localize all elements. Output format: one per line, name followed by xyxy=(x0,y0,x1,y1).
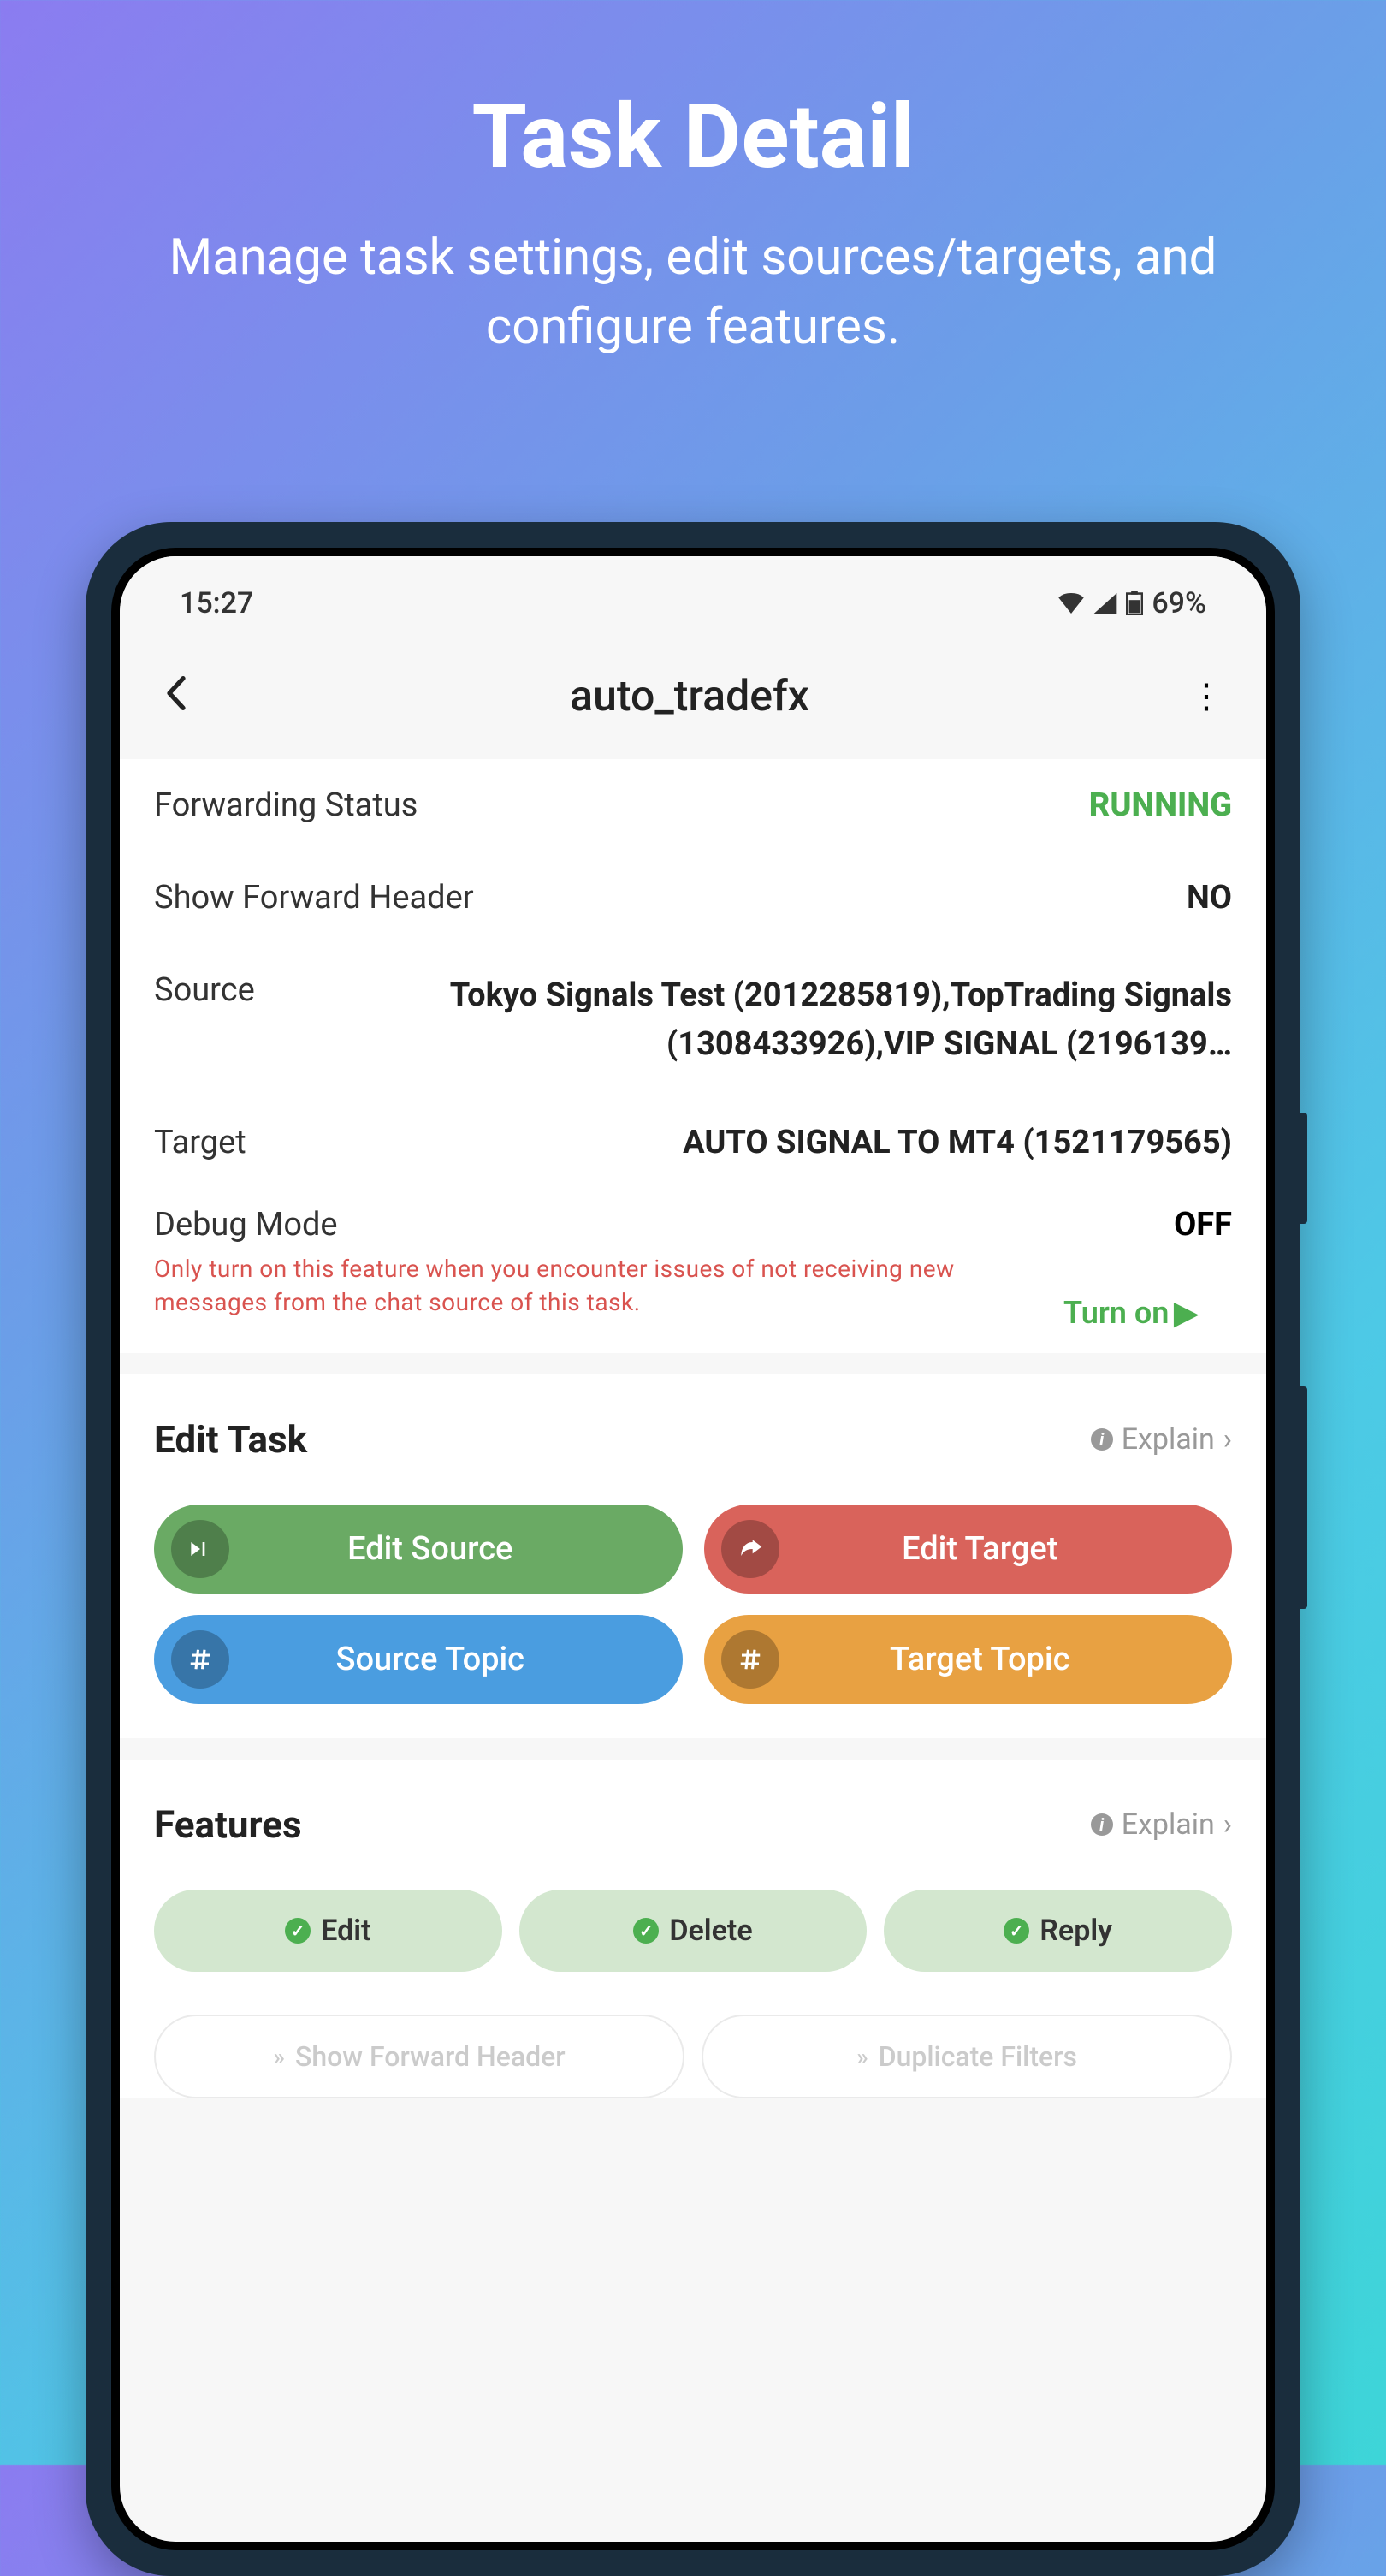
check-icon: ✓ xyxy=(633,1918,659,1944)
promo-title: Task Detail xyxy=(68,86,1318,189)
play-icon: ▶ xyxy=(1174,1295,1198,1331)
target-row[interactable]: Target AUTO SIGNAL TO MT4 (1521179565) xyxy=(120,1096,1266,1189)
source-row[interactable]: Source Tokyo Signals Test (2012285819),T… xyxy=(120,944,1266,1096)
divider xyxy=(120,1353,1266,1374)
explain-link[interactable]: i Explain › xyxy=(1091,1422,1232,1457)
edit-source-icon xyxy=(171,1520,229,1578)
edit-target-button[interactable]: Edit Target xyxy=(704,1505,1233,1594)
source-topic-label: Source Topic xyxy=(229,1641,666,1678)
hash-icon xyxy=(721,1630,779,1689)
source-label: Source xyxy=(154,971,255,1009)
feature-delete-label: Delete xyxy=(669,1914,752,1948)
edit-target-label: Edit Target xyxy=(779,1530,1216,1568)
target-topic-label: Target Topic xyxy=(779,1641,1216,1678)
explain-link[interactable]: i Explain › xyxy=(1091,1807,1232,1842)
edit-source-button[interactable]: Edit Source xyxy=(154,1505,683,1594)
status-time: 15:27 xyxy=(180,586,253,620)
content: Forwarding Status RUNNING Show Forward H… xyxy=(120,759,1266,2098)
duplicate-filters-chip[interactable]: » Duplicate Filters xyxy=(702,2015,1232,2098)
explain-label: Explain xyxy=(1122,1807,1215,1842)
source-value: Tokyo Signals Test (2012285819),TopTradi… xyxy=(281,971,1232,1069)
battery-percent: 69% xyxy=(1152,586,1206,620)
check-icon: ✓ xyxy=(1004,1918,1029,1944)
wifi-icon xyxy=(1057,593,1085,614)
edit-task-buttons: Edit Source Edit Target Source Topic xyxy=(120,1487,1266,1721)
features-title: Features xyxy=(154,1802,302,1847)
app-header: auto_tradefx ⋮ xyxy=(120,638,1266,759)
edit-target-icon xyxy=(721,1520,779,1578)
feature-chips: ✓ Edit ✓ Delete ✓ Reply xyxy=(120,1873,1266,1989)
page-title: auto_tradefx xyxy=(570,672,809,721)
forwarding-status-label: Forwarding Status xyxy=(154,786,418,824)
back-button[interactable] xyxy=(154,663,198,729)
phone-side-button xyxy=(1300,1386,1307,1609)
forwarding-status-row[interactable]: Forwarding Status RUNNING xyxy=(120,759,1266,852)
double-chevron-icon: » xyxy=(273,2043,285,2071)
feature-edit-chip[interactable]: ✓ Edit xyxy=(154,1890,502,1972)
edit-task-title: Edit Task xyxy=(154,1417,307,1462)
info-icon: i xyxy=(1091,1813,1113,1836)
hash-icon xyxy=(171,1630,229,1689)
edit-source-label: Edit Source xyxy=(229,1530,666,1568)
forwarding-status-value: RUNNING xyxy=(1089,786,1232,824)
bottom-chips: » Show Forward Header » Duplicate Filter… xyxy=(120,1989,1266,2098)
turn-on-label: Turn on xyxy=(1063,1295,1169,1331)
target-label: Target xyxy=(154,1124,246,1161)
edit-task-header: Edit Task i Explain › xyxy=(120,1374,1266,1487)
double-chevron-icon: » xyxy=(856,2043,868,2071)
feature-delete-chip[interactable]: ✓ Delete xyxy=(519,1890,868,1972)
turn-on-button[interactable]: Turn on ▶ xyxy=(1063,1295,1198,1331)
chevron-right-icon: › xyxy=(1223,1807,1232,1842)
more-menu-button[interactable]: ⋮ xyxy=(1181,676,1232,717)
info-icon: i xyxy=(1091,1428,1113,1451)
show-forward-header-value: NO xyxy=(1187,879,1232,917)
explain-label: Explain xyxy=(1122,1422,1215,1457)
battery-icon xyxy=(1126,591,1143,615)
divider xyxy=(120,1738,1266,1760)
chevron-right-icon: › xyxy=(1223,1422,1232,1457)
check-icon: ✓ xyxy=(285,1918,311,1944)
source-topic-button[interactable]: Source Topic xyxy=(154,1615,683,1704)
show-forward-header-chip-label: Show Forward Header xyxy=(295,2040,566,2073)
feature-reply-label: Reply xyxy=(1040,1914,1112,1948)
status-bar: 15:27 69% xyxy=(120,556,1266,638)
phone-side-button xyxy=(1300,1113,1307,1224)
target-value: AUTO SIGNAL TO MT4 (1521179565) xyxy=(683,1124,1232,1161)
show-forward-header-chip[interactable]: » Show Forward Header xyxy=(154,2015,684,2098)
debug-mode-label: Debug Mode xyxy=(154,1206,338,1243)
target-topic-button[interactable]: Target Topic xyxy=(704,1615,1233,1704)
promo-header: Task Detail Manage task settings, edit s… xyxy=(0,0,1386,413)
debug-mode-hint: Only turn on this feature when you encou… xyxy=(154,1252,962,1319)
show-forward-header-label: Show Forward Header xyxy=(154,879,474,917)
phone-frame: 15:27 69% auto_tradefx ⋮ xyxy=(86,522,1300,2576)
features-header: Features i Explain › xyxy=(120,1760,1266,1873)
dots-vertical-icon: ⋮ xyxy=(1189,688,1223,705)
status-icons: 69% xyxy=(1057,586,1206,620)
chevron-left-icon xyxy=(163,676,190,710)
feature-reply-chip[interactable]: ✓ Reply xyxy=(884,1890,1232,1972)
signal-icon xyxy=(1093,593,1117,614)
debug-mode-value: OFF xyxy=(1174,1206,1232,1243)
promo-subtitle: Manage task settings, edit sources/targe… xyxy=(68,223,1318,362)
debug-mode-section: Debug Mode OFF Only turn on this feature… xyxy=(120,1189,1266,1353)
feature-edit-label: Edit xyxy=(321,1914,370,1948)
duplicate-filters-chip-label: Duplicate Filters xyxy=(879,2040,1077,2073)
show-forward-header-row[interactable]: Show Forward Header NO xyxy=(120,852,1266,944)
